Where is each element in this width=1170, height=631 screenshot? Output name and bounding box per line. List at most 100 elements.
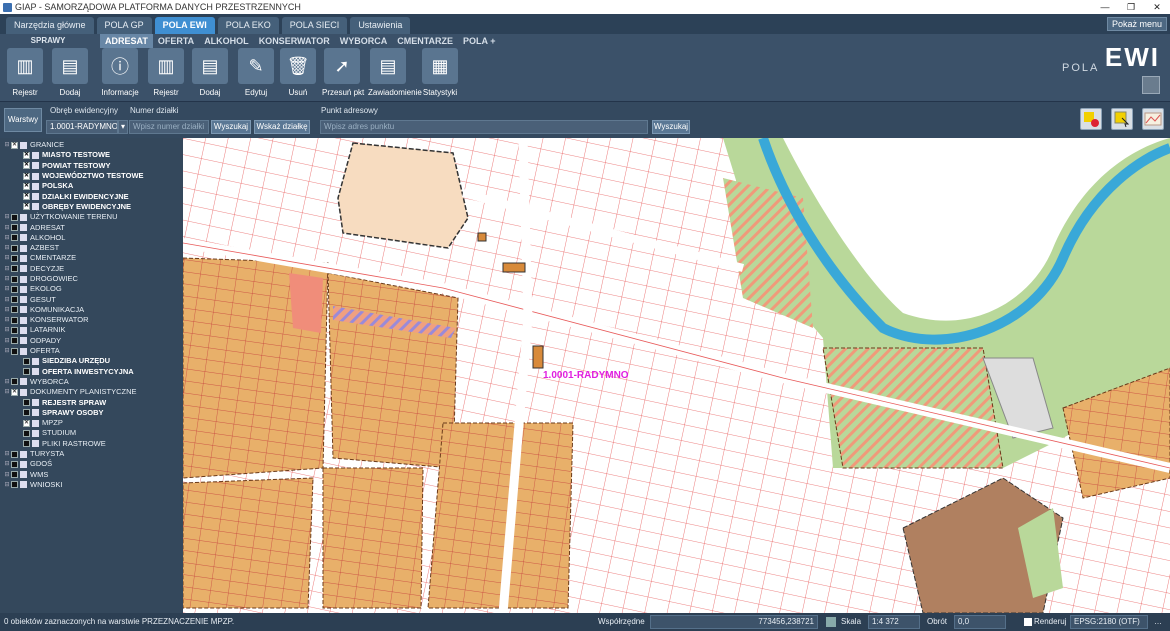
search-parcel-button[interactable]: Wyszukaj (211, 120, 251, 134)
map-svg[interactable]: 1.0001-RADYMNO (183, 138, 1170, 613)
layer-item[interactable]: ✕ WOJEWÓDZTWO TESTOWE (0, 171, 183, 181)
layer-item[interactable]: SPRAWY OSOBY (0, 408, 183, 418)
layer-item[interactable]: ⊟ ADRESAT (0, 222, 183, 232)
clear-selection-icon[interactable] (1080, 108, 1102, 130)
layer-checkbox[interactable] (11, 275, 18, 283)
ribbon-button[interactable]: ▥ Rejestr (5, 48, 45, 100)
ribbon-button[interactable]: ⓘ Informacje (100, 48, 140, 100)
layer-item[interactable]: ✕ DZIAŁKI EWIDENCYJNE (0, 191, 183, 201)
expand-icon[interactable]: ⊟ (3, 140, 11, 150)
coords-field[interactable]: 773456,238721 (650, 615, 818, 629)
expand-icon[interactable]: ⊟ (3, 212, 11, 222)
layer-checkbox[interactable] (23, 357, 30, 365)
layer-item[interactable]: OFERTA INWESTYCYJNA (0, 367, 183, 377)
sub-tab[interactable]: KONSERWATOR (254, 34, 335, 48)
sub-tab[interactable]: ALKOHOL (199, 34, 254, 48)
layer-item[interactable]: PLIKI RASTROWE (0, 439, 183, 449)
expand-icon[interactable]: ⊟ (3, 470, 11, 480)
layer-item[interactable]: ⊟ WMS (0, 470, 183, 480)
crs-button[interactable]: EPSG:2180 (OTF) (1070, 615, 1148, 629)
layer-checkbox[interactable] (11, 326, 18, 334)
sub-tab[interactable]: WYBORCA (335, 34, 393, 48)
ribbon-button[interactable]: ➚ Przesuń pkt (322, 48, 364, 100)
expand-icon[interactable]: ⊟ (3, 336, 11, 346)
mpzp-zone[interactable] (322, 467, 424, 609)
lock-icon[interactable] (826, 617, 836, 627)
layer-item[interactable]: ⊟ ALKOHOL (0, 233, 183, 243)
building[interactable] (477, 232, 487, 242)
layer-checkbox[interactable] (11, 285, 18, 293)
layer-item[interactable]: ⊟ DROGOWIEC (0, 274, 183, 284)
layer-checkbox[interactable] (23, 429, 30, 437)
layer-checkbox[interactable] (11, 347, 18, 355)
layer-item[interactable]: ⊟ UŻYTKOWANIE TERENU (0, 212, 183, 222)
layer-item[interactable]: ⊟ TURYSTA (0, 449, 183, 459)
expand-icon[interactable]: ⊟ (3, 305, 11, 315)
mpzp-zone[interactable] (183, 477, 314, 609)
expand-icon[interactable]: ⊟ (3, 449, 11, 459)
ribbon-button[interactable]: ▤ Dodaj (190, 48, 230, 100)
minimize-icon[interactable]: — (1092, 0, 1118, 14)
layer-item[interactable]: ⊟ WYBORCA (0, 377, 183, 387)
layer-item[interactable]: ⊟ WNIOSKI (0, 480, 183, 490)
layer-item[interactable]: ⊟ KOMUNIKACJA (0, 305, 183, 315)
layer-checkbox[interactable]: ✕ (11, 141, 18, 149)
layer-item[interactable]: ✕ POLSKA (0, 181, 183, 191)
select-tool-icon[interactable] (1111, 108, 1133, 130)
sub-tab[interactable]: OFERTA (153, 34, 199, 48)
mpzp-zone[interactable] (427, 422, 574, 609)
layer-checkbox[interactable] (23, 399, 30, 407)
map-tool-icon[interactable] (1142, 108, 1164, 130)
layer-checkbox[interactable] (11, 378, 18, 386)
expand-icon[interactable]: ⊟ (3, 223, 11, 233)
expand-icon[interactable]: ⊟ (3, 325, 11, 335)
expand-icon[interactable]: ⊟ (3, 253, 11, 263)
layer-item[interactable]: STUDIUM (0, 428, 183, 438)
layer-item[interactable]: ⊟ CMENTARZE (0, 253, 183, 263)
render-checkbox[interactable] (1024, 618, 1032, 626)
mpzp-zone-light[interactable] (337, 142, 469, 249)
layer-item[interactable]: ⊟ ODPADY (0, 336, 183, 346)
layer-item[interactable]: ✕ POWIAT TESTOWY (0, 161, 183, 171)
layer-item[interactable]: ⊟ GDOŚ (0, 459, 183, 469)
layer-checkbox[interactable] (11, 234, 18, 242)
ribbon-button[interactable]: ▦ Statystyki (420, 48, 460, 100)
layer-checkbox[interactable] (11, 265, 18, 273)
mpzp-zone[interactable] (327, 272, 459, 469)
expand-icon[interactable]: ⊟ (3, 377, 11, 387)
layer-item[interactable]: ⊟ ✕ DOKUMENTY PLANISTYCZNE (0, 387, 183, 397)
layer-checkbox[interactable] (11, 460, 18, 468)
main-tab[interactable]: POLA EKO (217, 17, 279, 34)
layer-item[interactable]: SIEDZIBA URZĘDU (0, 356, 183, 366)
search-address-button[interactable]: Wyszukaj (652, 120, 690, 134)
expand-icon[interactable]: ⊟ (3, 346, 11, 356)
ribbon-button[interactable]: ▤ Zawiadomienie (368, 48, 422, 100)
building[interactable] (532, 345, 544, 369)
expand-icon[interactable]: ⊟ (3, 284, 11, 294)
layer-checkbox[interactable] (11, 316, 18, 324)
layer-checkbox[interactable] (23, 368, 30, 376)
expand-icon[interactable]: ⊟ (3, 459, 11, 469)
messages-icon[interactable]: … (1154, 616, 1162, 628)
close-icon[interactable]: ✕ (1144, 0, 1170, 14)
layer-checkbox[interactable]: ✕ (23, 419, 30, 427)
chevron-down-icon[interactable]: ▾ (118, 120, 128, 134)
ribbon-button[interactable]: ▥ Rejestr (146, 48, 186, 100)
main-tab[interactable]: POLA GP (96, 17, 152, 34)
layer-checkbox[interactable] (11, 471, 18, 479)
layer-checkbox[interactable] (11, 244, 18, 252)
layer-checkbox[interactable]: ✕ (11, 388, 18, 396)
layer-item[interactable]: ⊟ ✕ GRANICE (0, 140, 183, 150)
address-input[interactable]: Wpisz adres punktu (320, 120, 648, 134)
show-parcel-button[interactable]: Wskaż działkę (254, 120, 310, 134)
layer-item[interactable]: ⊟ GESUT (0, 294, 183, 304)
rotation-field[interactable]: 0,0 (954, 615, 1006, 629)
map-canvas[interactable]: 1.0001-RADYMNO (183, 138, 1170, 613)
layer-checkbox[interactable] (23, 440, 30, 448)
sub-tab[interactable]: CMENTARZE (392, 34, 458, 48)
layers-toggle-button[interactable]: Warstwy (4, 108, 42, 132)
show-menu-button[interactable]: Pokaż menu (1106, 17, 1167, 31)
layer-item[interactable]: ⊟ LATARNIK (0, 325, 183, 335)
parcel-number-input[interactable]: Wpisz numer działki (129, 120, 209, 134)
layer-checkbox[interactable]: ✕ (23, 203, 30, 211)
